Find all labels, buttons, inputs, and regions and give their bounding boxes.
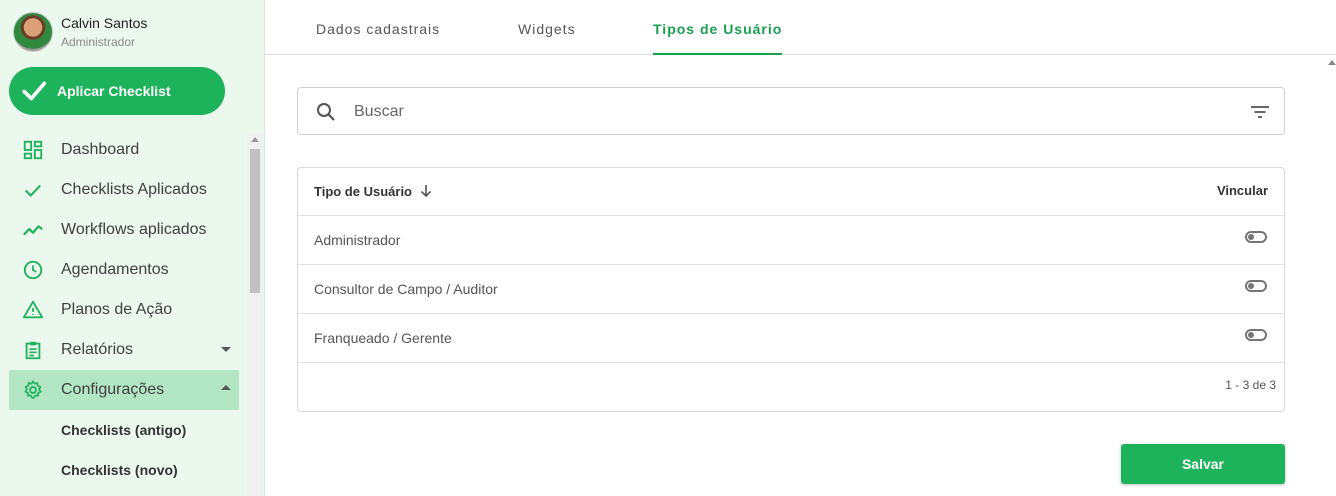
page-scrollbar[interactable] xyxy=(1327,55,1336,496)
sidebar-item-dashboard[interactable]: Dashboard xyxy=(9,130,239,170)
main-content: Dados cadastrais Widgets Tipos de Usuári… xyxy=(265,0,1336,496)
check-icon xyxy=(22,81,47,101)
sidebar-item-label: Configurações xyxy=(61,381,165,398)
gear-icon xyxy=(21,378,45,402)
column-header-vincular: Vincular xyxy=(1216,183,1268,198)
clipboard-icon xyxy=(21,338,45,362)
sidebar-subitem-checklists-antigo[interactable]: Checklists (antigo) xyxy=(9,410,239,450)
pagination-info: 1 - 3 de 3 xyxy=(1225,378,1276,392)
table-row: Consultor de Campo / Auditor xyxy=(298,265,1284,314)
apply-checklist-button[interactable]: Aplicar Checklist xyxy=(9,67,225,115)
search-icon xyxy=(317,103,335,121)
sidebar-item-label: Workflows aplicados xyxy=(61,221,207,238)
user-role: Administrador xyxy=(61,34,136,49)
tab-bar: Dados cadastrais Widgets Tipos de Usuári… xyxy=(265,0,1336,55)
sidebar-item-configuracoes[interactable]: Configurações xyxy=(9,370,239,410)
sidebar-item-label: Planos de Ação xyxy=(61,301,173,318)
sidebar: Calvin Santos Administrador Aplicar Chec… xyxy=(0,0,265,496)
table-row: Administrador xyxy=(298,216,1284,265)
trending-icon xyxy=(21,218,45,242)
table-header: Tipo de Usuário Vincular xyxy=(298,168,1284,216)
row-name: Franqueado / Gerente xyxy=(314,330,452,346)
clock-icon xyxy=(21,258,45,282)
check-icon xyxy=(21,178,45,202)
dashboard-icon xyxy=(21,138,45,162)
tab-widgets[interactable]: Widgets xyxy=(518,21,576,55)
scroll-up-arrow-icon[interactable] xyxy=(1328,60,1336,65)
search-box xyxy=(297,87,1285,135)
filter-icon[interactable] xyxy=(1248,100,1272,124)
sidebar-item-label: Agendamentos xyxy=(61,261,169,278)
avatar xyxy=(13,12,53,52)
apply-checklist-label: Aplicar Checklist xyxy=(57,83,171,99)
app-window: Calvin Santos Administrador Aplicar Chec… xyxy=(0,0,1336,496)
link-toggle[interactable] xyxy=(1245,231,1267,243)
sidebar-item-agendamentos[interactable]: Agendamentos xyxy=(9,250,239,290)
tab-dados-cadastrais[interactable]: Dados cadastrais xyxy=(316,21,440,55)
sidebar-subitem-checklists-novo[interactable]: Checklists (novo) xyxy=(9,450,239,490)
sidebar-item-planos-de-acao[interactable]: Planos de Ação xyxy=(9,290,239,330)
sidebar-item-label: Dashboard xyxy=(61,141,140,158)
sidebar-item-label: Relatórios xyxy=(61,341,134,358)
link-toggle[interactable] xyxy=(1245,280,1267,292)
column-header-label: Tipo de Usuário xyxy=(314,183,412,199)
scroll-up-arrow-icon[interactable] xyxy=(251,137,259,142)
row-name: Administrador xyxy=(314,232,401,248)
table-row: Franqueado / Gerente xyxy=(298,314,1284,363)
user-info: Calvin Santos Administrador xyxy=(61,15,147,50)
chevron-down-icon xyxy=(221,347,231,352)
sidebar-item-relatorios[interactable]: Relatórios xyxy=(9,330,239,370)
user-types-table: Tipo de Usuário Vincular Administrador C… xyxy=(297,167,1285,412)
search-input[interactable] xyxy=(354,98,1234,126)
row-name: Consultor de Campo / Auditor xyxy=(314,281,498,297)
arrow-down-icon xyxy=(420,185,432,198)
chevron-up-icon xyxy=(221,385,231,390)
save-button[interactable]: Salvar xyxy=(1121,444,1285,484)
sidebar-menu: Dashboard Checklists Aplicados Workflows… xyxy=(9,130,239,490)
sidebar-item-checklists-aplicados[interactable]: Checklists Aplicados xyxy=(9,170,239,210)
scrollbar-thumb[interactable] xyxy=(250,149,260,293)
sidebar-scrollbar[interactable] xyxy=(247,133,263,496)
tab-tipos-de-usuario[interactable]: Tipos de Usuário xyxy=(653,21,783,55)
link-toggle[interactable] xyxy=(1245,329,1267,341)
warning-icon xyxy=(21,298,45,322)
column-header-tipo-usuario[interactable]: Tipo de Usuário xyxy=(314,183,434,199)
sidebar-item-workflows-aplicados[interactable]: Workflows aplicados xyxy=(9,210,239,250)
user-name: Calvin Santos xyxy=(61,14,148,31)
sidebar-item-label: Checklists Aplicados xyxy=(61,181,207,198)
user-profile[interactable]: Calvin Santos Administrador xyxy=(13,12,147,52)
